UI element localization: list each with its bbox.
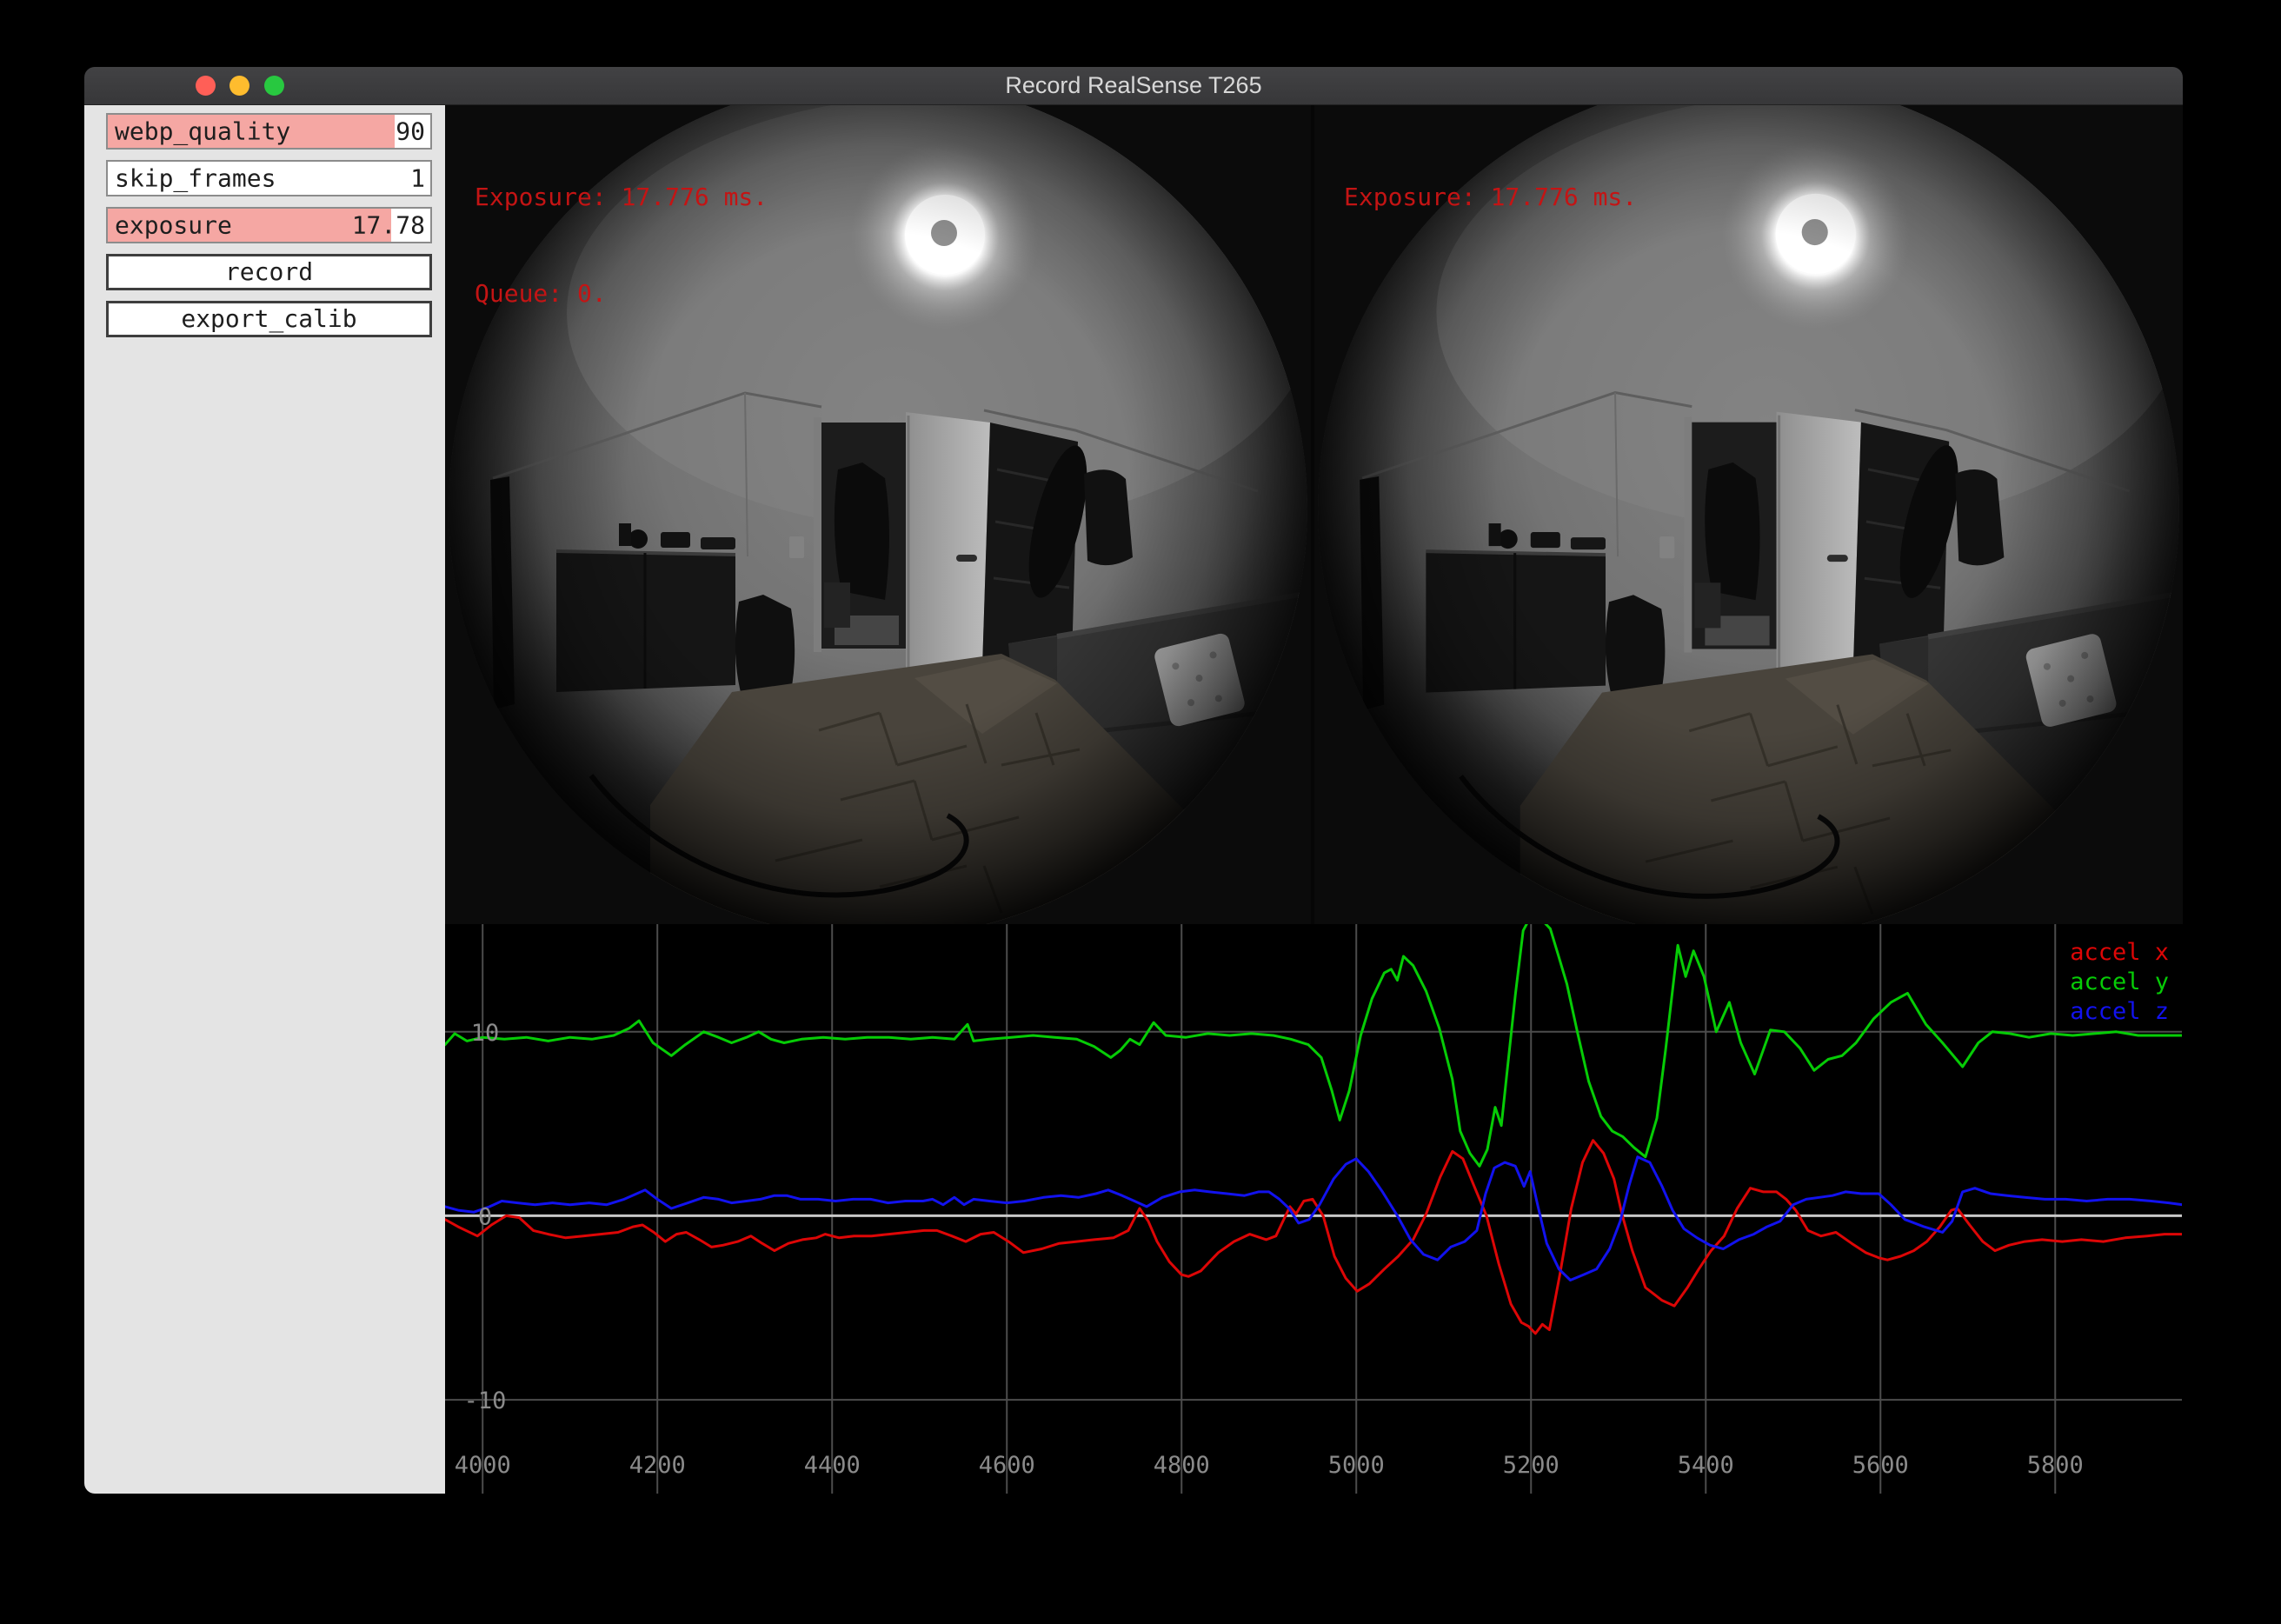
slider-label: webp_quality: [115, 117, 290, 146]
queue-readout: Queue: 0.: [475, 277, 768, 309]
export-calib-button[interactable]: export_calib: [106, 301, 432, 337]
maximize-button-icon[interactable]: [264, 76, 284, 96]
legend-accel-x: accel x: [2070, 938, 2169, 968]
svg-text:4000: 4000: [455, 1452, 511, 1479]
exposure-readout: Exposure: 17.776 ms.: [1344, 181, 1637, 213]
camera-view-left: Exposure: 17.776 ms. Queue: 0.: [445, 104, 1311, 924]
titlebar: Record RealSense T265: [84, 67, 2183, 105]
slider-value: 17.78: [352, 211, 425, 240]
slider-value: 1: [410, 164, 425, 193]
slider-label: exposure: [115, 211, 232, 240]
desktop: { "window": { "title": "Record RealSense…: [0, 0, 2281, 1624]
minimize-button-icon[interactable]: [229, 76, 249, 96]
control-sidebar: webp_quality 90 skip_frames 1 exposure 1…: [84, 104, 445, 1494]
svg-text:5600: 5600: [1852, 1452, 1909, 1479]
svg-text:4600: 4600: [979, 1452, 1035, 1479]
svg-text:4800: 4800: [1154, 1452, 1210, 1479]
app-window: Record RealSense T265 webp_quality 90 sk…: [84, 67, 2183, 1494]
accelerometer-plot: 4000 4200 4400 4600 4800 5000 5200 5400 5600 5800…: [445, 924, 2183, 1494]
svg-text:5200: 5200: [1503, 1452, 1559, 1479]
svg-text:0: 0: [478, 1203, 492, 1230]
legend-accel-z: accel z: [2070, 997, 2169, 1027]
legend-accel-y: accel y: [2070, 968, 2169, 997]
svg-text:4400: 4400: [804, 1452, 861, 1479]
camera-view-right: Exposure: 17.776 ms.: [1314, 104, 2183, 924]
svg-text:10: 10: [471, 1020, 500, 1047]
svg-text:5000: 5000: [1328, 1452, 1385, 1479]
accel-plot-svg: 4000 4200 4400 4600 4800 5000 5200 5400 5600 5800…: [445, 924, 2182, 1494]
slider-value: 90: [396, 117, 425, 146]
exposure-readout: Exposure: 17.776 ms.: [475, 181, 768, 213]
slider-skip-frames[interactable]: skip_frames 1: [106, 160, 432, 196]
svg-text:5400: 5400: [1678, 1452, 1734, 1479]
svg-text:-10: -10: [464, 1388, 507, 1414]
close-button-icon[interactable]: [196, 76, 216, 96]
slider-label: skip_frames: [115, 164, 276, 193]
plot-legend: accel x accel y accel z: [2070, 938, 2169, 1027]
svg-text:4200: 4200: [629, 1452, 686, 1479]
camera-overlay-left: Exposure: 17.776 ms. Queue: 0.: [475, 116, 768, 374]
camera-overlay-right: Exposure: 17.776 ms.: [1344, 116, 1637, 277]
slider-exposure[interactable]: exposure 17.78: [106, 207, 432, 243]
svg-text:5800: 5800: [2027, 1452, 2084, 1479]
record-button[interactable]: record: [106, 254, 432, 290]
window-title: Record RealSense T265: [84, 67, 2183, 104]
slider-webp-quality[interactable]: webp_quality 90: [106, 113, 432, 150]
stereo-camera-panel: Exposure: 17.776 ms. Queue: 0. Exposure:…: [445, 104, 2183, 924]
